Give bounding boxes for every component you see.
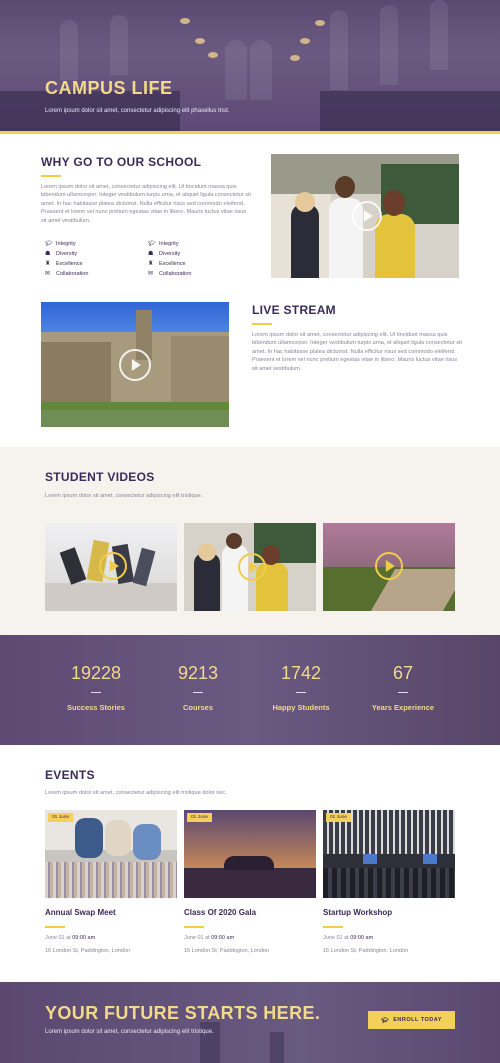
feature-integrity-left: 🎓︎ Integrity	[45, 240, 76, 248]
events-title: EVENTS	[45, 768, 95, 782]
feature-collaboration-left: ✉ Collaboration	[45, 270, 89, 278]
why-paragraph: Lorem ipsum dolor sit amet, consectetur …	[41, 184, 251, 224]
stat-value-students: 1742	[280, 663, 322, 683]
enroll-button-label: ENROLL TODAY	[393, 1017, 442, 1023]
event-title-1[interactable]: Annual Swap Meet	[45, 908, 116, 917]
feature-diversity-right: ☗ Diversity	[148, 250, 181, 258]
event-underline	[45, 926, 65, 928]
cta-subtitle: Lorem ipsum dolor sit amet, consectetur …	[45, 1029, 214, 1035]
graduation-cap-icon: 🎓︎	[381, 1017, 390, 1024]
graduation-cap-icon: 🎓︎	[45, 240, 53, 247]
events-subtitle: Lorem ipsum dolor sit amet, consectetur …	[45, 790, 227, 796]
event-datetime-3: June 01 at 09:00 am	[323, 935, 374, 941]
stat-label-students: Happy Students	[272, 703, 330, 712]
event-datetime-2: June 01 at 09:00 am	[184, 935, 235, 941]
play-icon[interactable]	[375, 552, 403, 580]
feature-excellence-left: ♜ Excellence	[45, 260, 83, 268]
play-icon[interactable]	[119, 349, 151, 381]
stat-divider	[91, 692, 101, 693]
hero-subtitle: Lorem ipsum dolor sit amet, consectetur …	[45, 108, 230, 114]
videos-title: STUDENT VIDEOS	[45, 470, 155, 484]
videos-subtitle: Lorem ipsum dolor sit amet, consectetur …	[45, 493, 203, 499]
stat-divider	[193, 692, 203, 693]
event-address-1: 16 London St, Paddington, London	[45, 948, 131, 954]
stat-label-years: Years Experience	[371, 703, 435, 712]
cta-title: YOUR FUTURE STARTS HERE.	[45, 1003, 321, 1023]
play-icon[interactable]	[99, 552, 127, 580]
event-underline	[184, 926, 204, 928]
feature-excellence-right: ♜ Excellence	[148, 260, 186, 268]
event-image-3[interactable]	[323, 810, 455, 898]
feature-diversity-left: ☗ Diversity	[45, 250, 78, 258]
student-video-1[interactable]	[45, 523, 177, 611]
enroll-button[interactable]: 🎓︎ ENROLL TODAY	[368, 1011, 455, 1029]
stat-divider	[296, 692, 306, 693]
live-title: LIVE STREAM	[252, 303, 336, 317]
trophy-icon: ♜	[45, 260, 51, 267]
graduation-cap-icon: 🎓︎	[148, 240, 156, 247]
chat-icon: ✉	[45, 270, 51, 277]
event-image-1[interactable]	[45, 810, 177, 898]
event-date-tag: 01 June	[187, 813, 213, 822]
event-date-tag: 01 June	[326, 813, 352, 822]
hero-divider	[0, 131, 500, 134]
stat-label-courses: Courses	[182, 703, 213, 712]
trophy-icon: ♜	[148, 260, 154, 267]
play-icon[interactable]	[352, 201, 382, 231]
student-video-3[interactable]	[323, 523, 455, 611]
event-address-2: 16 London St, Paddington, London	[184, 948, 270, 954]
live-stream-video[interactable]	[41, 302, 229, 427]
play-icon[interactable]	[238, 553, 266, 581]
stats-banner	[0, 635, 500, 745]
stat-label-success: Success Stories	[67, 703, 125, 712]
students-video[interactable]	[271, 154, 459, 278]
student-video-2[interactable]	[184, 523, 316, 611]
why-title: WHY GO TO OUR SCHOOL	[41, 155, 202, 169]
event-date-tag: 01 June	[48, 813, 74, 822]
event-title-3[interactable]: Startup Workshop	[323, 908, 392, 917]
chat-icon: ✉	[148, 270, 154, 277]
group-icon: ☗	[148, 250, 154, 257]
event-address-3: 16 London St, Paddington, London	[323, 948, 409, 954]
group-icon: ☗	[45, 250, 51, 257]
event-underline	[323, 926, 343, 928]
hero-title: CAMPUS LIFE	[45, 78, 173, 98]
live-paragraph: Lorem ipsum dolor sit amet, consectetur …	[252, 332, 462, 372]
stat-divider	[398, 692, 408, 693]
stat-value-years: 67	[392, 663, 414, 683]
feature-integrity-right: 🎓︎ Integrity	[148, 240, 179, 248]
event-datetime-1: June 01 at 09:00 am	[45, 935, 96, 941]
stat-value-success: 19228	[70, 663, 122, 683]
stat-value-courses: 9213	[177, 663, 219, 683]
why-title-underline	[41, 175, 61, 177]
event-title-2[interactable]: Class Of 2020 Gala	[184, 908, 256, 917]
event-image-2[interactable]	[184, 810, 316, 898]
live-title-underline	[252, 323, 272, 325]
feature-collaboration-right: ✉ Collaboration	[148, 270, 192, 278]
